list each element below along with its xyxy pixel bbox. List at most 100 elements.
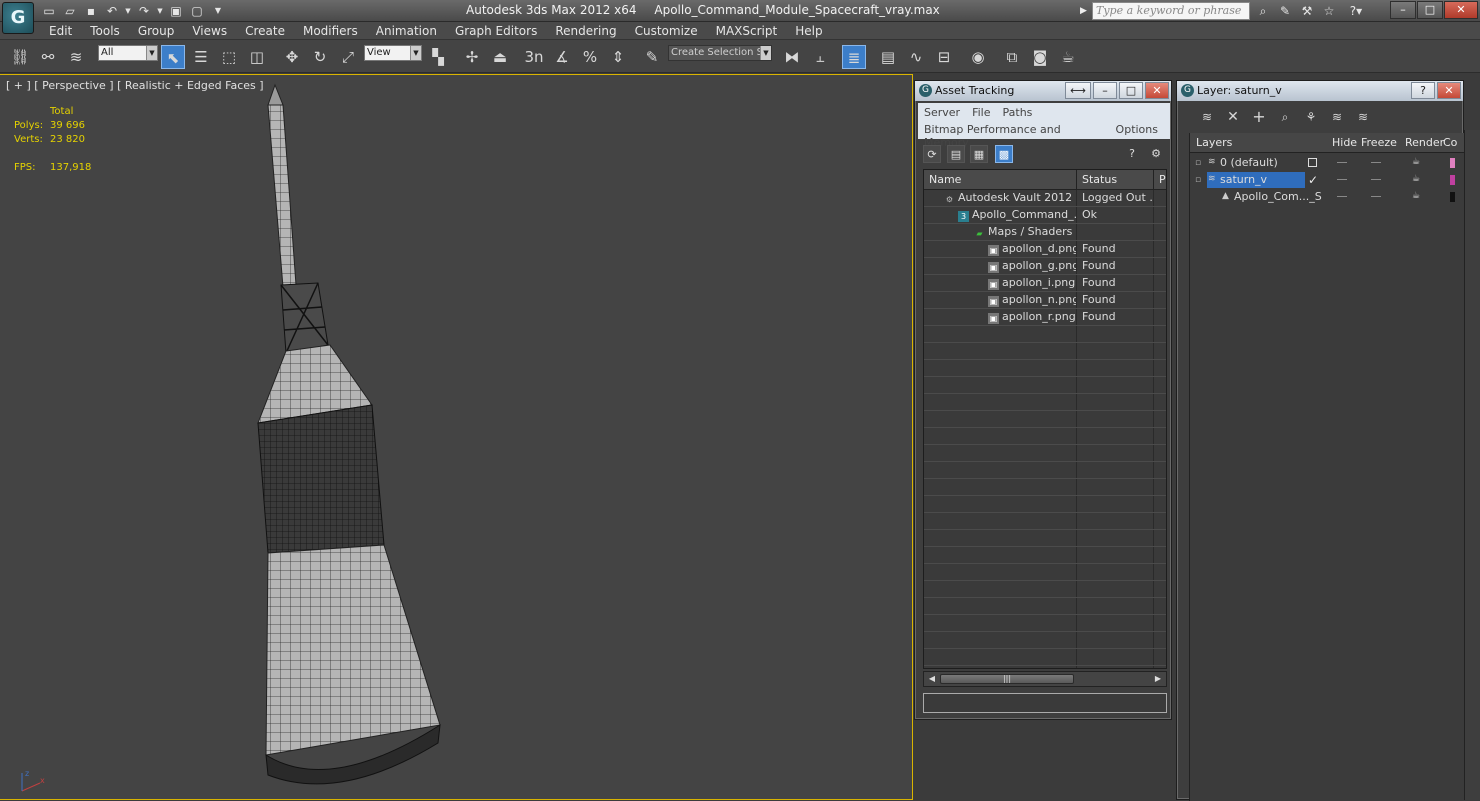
- undo-dropdown-icon[interactable]: ▼: [124, 2, 132, 20]
- freeze-unfreeze-all-icon[interactable]: ≋: [1353, 107, 1373, 127]
- select-and-move-icon[interactable]: ✥: [280, 45, 304, 69]
- column-header-status[interactable]: Status: [1077, 170, 1154, 190]
- render-toggle-icon[interactable]: ☕: [1412, 191, 1420, 201]
- asset-menu-file[interactable]: File: [972, 106, 990, 119]
- reference-coordinate-select[interactable]: View ▼: [364, 45, 422, 61]
- render-toggle-icon[interactable]: ☕: [1412, 157, 1420, 167]
- panel-help-icon[interactable]: ?: [1411, 82, 1435, 99]
- favorites-star-icon[interactable]: ☆: [1320, 2, 1338, 20]
- undo-icon[interactable]: ↶: [103, 2, 121, 20]
- save-icon[interactable]: ▪: [82, 2, 100, 20]
- rendered-frame-window-icon[interactable]: ◙: [1028, 45, 1052, 69]
- graphite-toggle-icon[interactable]: ▤: [876, 45, 900, 69]
- percent-snap-icon[interactable]: %: [578, 45, 602, 69]
- bind-space-warp-icon[interactable]: ≋: [64, 45, 88, 69]
- delete-layer-icon[interactable]: ✕: [1223, 107, 1243, 127]
- render-toggle-icon[interactable]: ☕: [1412, 174, 1420, 184]
- resize-arrows-icon[interactable]: ⟷: [1065, 82, 1091, 99]
- perspective-viewport[interactable]: [ + ] [ Perspective ] [ Realistic + Edge…: [0, 74, 913, 800]
- add-to-layer-icon[interactable]: +: [1249, 107, 1269, 127]
- panel-minimize-icon[interactable]: –: [1093, 82, 1117, 99]
- table-row[interactable]: ▣ apollon_r.png Found: [924, 309, 1166, 326]
- new-file-icon[interactable]: ▭: [40, 2, 58, 20]
- menu-item-rendering[interactable]: Rendering: [546, 22, 625, 40]
- expand-icon[interactable]: ▫: [1195, 175, 1201, 185]
- menu-item-group[interactable]: Group: [129, 22, 184, 40]
- table-row[interactable]: ▰ Maps / Shaders: [924, 224, 1166, 241]
- selection-filter-select[interactable]: All ▼: [98, 45, 158, 61]
- layer-manager-titlebar[interactable]: G Layer: saturn_v ? ✕: [1177, 81, 1463, 101]
- asset-menu-server[interactable]: Server: [924, 106, 960, 119]
- create-layer-icon[interactable]: ≋: [1197, 107, 1217, 127]
- keyboard-shortcut-override-icon[interactable]: ⏏: [488, 45, 512, 69]
- options-icon[interactable]: ⚙: [1147, 145, 1165, 163]
- select-and-rotate-icon[interactable]: ↻: [308, 45, 332, 69]
- select-by-name-icon[interactable]: ☰: [189, 45, 213, 69]
- freeze-toggle[interactable]: [1371, 196, 1381, 197]
- layer-row[interactable]: ▲ Apollo_Com..._S ☕: [1190, 189, 1466, 206]
- panel-close-icon[interactable]: ✕: [1145, 82, 1169, 99]
- table-row[interactable]: ▣ apollon_n.png Found: [924, 292, 1166, 309]
- asset-path-field[interactable]: [923, 693, 1167, 713]
- asset-menu-paths[interactable]: Paths: [1003, 106, 1033, 119]
- menu-item-tools[interactable]: Tools: [81, 22, 129, 40]
- column-header-color[interactable]: Co: [1443, 133, 1457, 153]
- table-row[interactable]: ▣ apollon_i.png Found: [924, 275, 1166, 292]
- freeze-toggle[interactable]: [1371, 162, 1381, 163]
- render-production-icon[interactable]: ☕: [1056, 45, 1080, 69]
- column-header-layers[interactable]: Layers: [1196, 133, 1232, 153]
- menu-item-animation[interactable]: Animation: [367, 22, 446, 40]
- scroll-thumb[interactable]: |||: [940, 674, 1074, 684]
- panel-maximize-icon[interactable]: □: [1119, 82, 1143, 99]
- menu-item-maxscript[interactable]: MAXScript: [707, 22, 787, 40]
- layer-color-swatch[interactable]: [1450, 192, 1455, 202]
- column-header-render[interactable]: Render: [1405, 133, 1444, 153]
- subscription-icon[interactable]: ✎: [1276, 2, 1294, 20]
- layer-color-swatch[interactable]: [1450, 158, 1455, 168]
- hide-toggle[interactable]: [1337, 162, 1347, 163]
- column-header-hide[interactable]: Hide: [1332, 133, 1357, 153]
- menu-item-modifiers[interactable]: Modifiers: [294, 22, 367, 40]
- material-editor-icon[interactable]: ◉: [966, 45, 990, 69]
- menu-item-create[interactable]: Create: [236, 22, 294, 40]
- menu-item-customize[interactable]: Customize: [626, 22, 707, 40]
- hide-toggle[interactable]: [1337, 179, 1347, 180]
- table-row[interactable]: ▣ apollon_d.png Found: [924, 241, 1166, 258]
- project-folder-icon[interactable]: ▢: [188, 2, 206, 20]
- panel-close-icon[interactable]: ✕: [1437, 82, 1461, 99]
- help-question-icon[interactable]: ?: [1123, 145, 1141, 163]
- pivot-center-icon[interactable]: ▚: [426, 45, 450, 69]
- search-expand-icon[interactable]: ▶: [1080, 2, 1090, 20]
- layer-color-swatch[interactable]: [1450, 175, 1455, 185]
- scroll-left-icon[interactable]: ◀: [926, 673, 938, 685]
- spacecraft-model[interactable]: [0, 75, 913, 801]
- unlink-icon[interactable]: ⚯: [36, 45, 60, 69]
- freeze-toggle[interactable]: [1371, 179, 1381, 180]
- table-row[interactable]: 3 Apollo_Command_... Ok: [924, 207, 1166, 224]
- layer-row[interactable]: ▫ ≋ saturn_v ✓ ☕: [1190, 172, 1466, 189]
- schematic-view-icon[interactable]: ⊟: [932, 45, 956, 69]
- current-layer-checkbox[interactable]: [1308, 158, 1317, 167]
- table-row[interactable]: ⚙ Autodesk Vault 2012 Logged Out ...: [924, 190, 1166, 207]
- snaps-toggle-icon[interactable]: 3n: [522, 45, 546, 69]
- table-row[interactable]: ▣ apollon_g.png Found: [924, 258, 1166, 275]
- column-header-freeze[interactable]: Freeze: [1361, 133, 1397, 153]
- column-header-path[interactable]: P: [1154, 170, 1166, 190]
- maximize-icon[interactable]: □: [1417, 1, 1443, 19]
- table-view-icon[interactable]: ▩: [995, 145, 1013, 163]
- asset-tracking-titlebar[interactable]: G Asset Tracking ⟷ – □ ✕: [915, 81, 1171, 101]
- current-layer-check-icon[interactable]: ✓: [1308, 173, 1318, 187]
- hide-unhide-all-icon[interactable]: ≋: [1327, 107, 1347, 127]
- hide-toggle[interactable]: [1337, 196, 1347, 197]
- select-and-link-icon[interactable]: ⛓: [8, 45, 32, 69]
- select-and-scale-icon[interactable]: ⤢: [336, 45, 360, 69]
- tree-view-icon[interactable]: ▦: [970, 145, 988, 163]
- redo-dropdown-icon[interactable]: ▼: [156, 2, 164, 20]
- expand-icon[interactable]: ▫: [1195, 158, 1201, 168]
- spinner-snap-icon[interactable]: ⇕: [606, 45, 630, 69]
- menu-item-help[interactable]: Help: [786, 22, 831, 40]
- menu-item-graph-editors[interactable]: Graph Editors: [446, 22, 546, 40]
- menu-item-edit[interactable]: Edit: [40, 22, 81, 40]
- mirror-icon[interactable]: ⧓: [780, 45, 804, 69]
- hold-icon[interactable]: ▣: [167, 2, 185, 20]
